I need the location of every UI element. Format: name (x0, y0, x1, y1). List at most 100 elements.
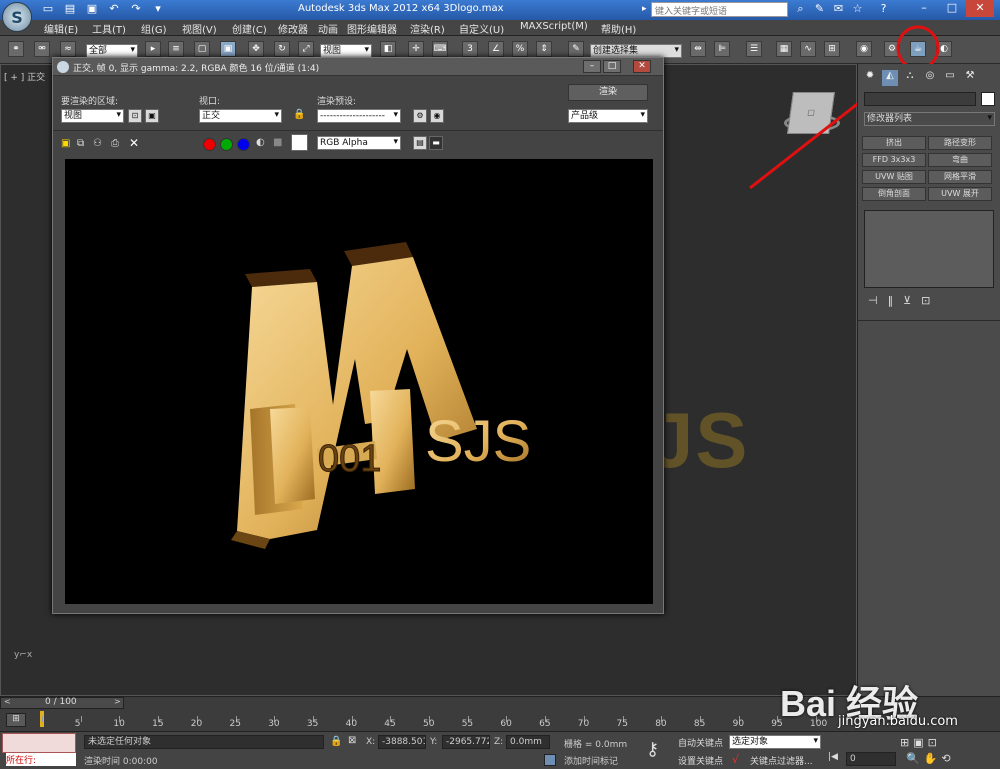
new-file-icon[interactable]: ▭ (40, 2, 56, 18)
angle-snap-icon[interactable]: ∠ (488, 41, 504, 57)
viewport-dropdown[interactable]: 正交 (199, 109, 282, 123)
menu-tools[interactable]: 工具(T) (92, 21, 126, 36)
blue-channel-icon[interactable] (237, 138, 250, 151)
display-tab-icon[interactable]: ▭ (942, 70, 958, 86)
edit-region-icon[interactable]: ⊡ (128, 109, 142, 123)
modifier-button-bevel-profile[interactable]: 倒角剖面 (862, 187, 926, 201)
toggle-overlay-icon[interactable]: ▬ (429, 136, 443, 150)
modifier-button-path-deform[interactable]: 路径变形 (928, 136, 992, 150)
select-by-name-icon[interactable]: ≡ (168, 41, 184, 57)
render-quality-dropdown[interactable]: 产品级 (568, 109, 648, 123)
rectangle-selection-icon[interactable]: ▢ (194, 41, 210, 57)
save-image-icon[interactable]: ▣ (61, 138, 70, 149)
add-time-tag[interactable]: 添加时间标记 (564, 754, 618, 767)
mirror-icon[interactable]: ⇹ (690, 41, 706, 57)
snaps-toggle-icon[interactable]: 3 (462, 41, 478, 57)
menu-edit[interactable]: 编辑(E) (44, 21, 78, 36)
dropdown-icon[interactable]: ▾ (150, 2, 166, 18)
modify-tab-icon[interactable]: ◭ (882, 70, 898, 86)
render-window-close[interactable]: ✕ (633, 60, 651, 73)
key-mode-dropdown[interactable]: 选定对象 (729, 735, 821, 749)
communication-icon[interactable]: ✉ (831, 2, 846, 15)
stack-tools-icons[interactable]: ⊣‖⊻⊡ (868, 294, 940, 307)
color-swatch[interactable] (291, 134, 308, 151)
viewport-nav-icons[interactable]: 🔍✋⟲ (906, 752, 955, 765)
lock-icon[interactable]: 🔒 (293, 109, 305, 120)
menu-maxscript[interactable]: MAXScript(M) (520, 21, 588, 32)
copy-image-icon[interactable]: ⧉ (77, 138, 84, 149)
red-channel-icon[interactable] (203, 138, 216, 151)
time-tag-icon[interactable] (544, 754, 556, 766)
render-preset-dropdown[interactable]: -------------------- (317, 109, 401, 123)
modifier-button-extrude[interactable]: 挤出 (862, 136, 926, 150)
binoculars-icon[interactable]: ⌕ (793, 2, 808, 16)
render-window-maximize[interactable]: □ (603, 60, 621, 73)
environment-icon[interactable]: ◉ (430, 109, 444, 123)
viewport-label[interactable]: [ + ] 正交 (4, 70, 45, 83)
key-icon[interactable]: ⚷ (646, 739, 659, 760)
menu-modifiers[interactable]: 修改器 (278, 21, 308, 36)
help-icon[interactable]: ? (876, 2, 891, 15)
area-to-render-dropdown[interactable]: 视图 (61, 109, 124, 123)
keyboard-shortcut-icon[interactable]: ⌨ (432, 41, 448, 57)
render-setup-small-icon[interactable]: ⚙ (413, 109, 427, 123)
bind-space-warp-icon[interactable]: ≈ (60, 41, 76, 57)
menu-graph-editors[interactable]: 图形编辑器 (347, 21, 397, 36)
menu-views[interactable]: 视图(V) (182, 21, 217, 36)
clear-icon[interactable]: ✕ (129, 136, 139, 150)
move-icon[interactable]: ✥ (248, 41, 264, 57)
print-icon[interactable]: ⎙ (111, 138, 119, 149)
utilities-tab-icon[interactable]: ⚒ (962, 70, 978, 86)
modifier-button-meshsmooth[interactable]: 网格平滑 (928, 170, 992, 184)
close-button[interactable]: ✕ (966, 0, 994, 17)
align-icon[interactable]: ⊫ (714, 41, 730, 57)
select-object-icon[interactable]: ▸ (145, 41, 161, 57)
render-window-minimize[interactable]: – (583, 60, 601, 73)
modifier-list-dropdown[interactable]: 修改器列表 (864, 112, 995, 126)
maxscript-listener[interactable] (2, 733, 76, 753)
search-input[interactable]: 键入关键字或短语 (651, 2, 788, 17)
object-name-field[interactable] (864, 92, 976, 106)
reference-coordinate-dropdown[interactable]: 视图 (320, 44, 372, 58)
goto-start-icon[interactable]: |◀ (828, 752, 838, 762)
favorites-icon[interactable]: ☆ (850, 2, 865, 15)
window-crossing-icon[interactable]: ▣ (220, 41, 236, 57)
modifier-button-ffd[interactable]: FFD 3x3x3 (862, 153, 926, 167)
object-color-swatch[interactable] (981, 92, 995, 106)
menu-help[interactable]: 帮助(H) (601, 21, 636, 36)
x-coordinate-field[interactable]: -3888.501r (378, 735, 426, 749)
track-bar-icon[interactable]: ⊞ (6, 713, 26, 727)
modifier-button-bend[interactable]: 弯曲 (928, 153, 992, 167)
selection-filter-dropdown[interactable]: 全部 (86, 44, 138, 58)
modifier-button-unwrap-uvw[interactable]: UVW 展开 (928, 187, 992, 201)
set-key-button[interactable]: 设置关键点 (678, 754, 723, 767)
current-frame-field[interactable]: 0 (846, 752, 896, 766)
slider-left-arrow[interactable]: < (4, 697, 11, 706)
y-coordinate-field[interactable]: -2965.772r (442, 735, 490, 749)
menu-animation[interactable]: 动画 (318, 21, 338, 36)
pivot-center-icon[interactable]: ◧ (380, 41, 396, 57)
modifier-stack[interactable] (864, 210, 994, 288)
menu-group[interactable]: 组(G) (141, 21, 167, 36)
toggle-ui-icon[interactable]: ▤ (413, 136, 427, 150)
named-selection-dropdown[interactable]: 创建选择集 (590, 44, 682, 58)
open-file-icon[interactable]: ▤ (62, 2, 78, 18)
unlink-icon[interactable]: ⚮ (34, 41, 50, 57)
monochrome-icon[interactable]: ■ (273, 137, 282, 148)
modifier-button-uvw-map[interactable]: UVW 贴图 (862, 170, 926, 184)
alpha-channel-icon[interactable]: ◐ (256, 137, 265, 148)
link-icon[interactable]: ⚭ (8, 41, 24, 57)
edit-named-selection-icon[interactable]: ✎ (568, 41, 584, 57)
render-button[interactable]: 渲染 (568, 84, 648, 101)
clone-window-icon[interactable]: ⚇ (93, 138, 102, 149)
select-manipulate-icon[interactable]: ✛ (408, 41, 424, 57)
menu-create[interactable]: 创建(C) (232, 21, 267, 36)
key-filters-button[interactable]: 关键点过滤器... (750, 754, 813, 767)
auto-key-button[interactable]: 自动关键点 (678, 736, 723, 749)
app-logo-icon[interactable]: S (2, 2, 32, 32)
navigation-controls-icons[interactable]: ⊞▣⊡ (900, 736, 941, 749)
menu-rendering[interactable]: 渲染(R) (410, 21, 445, 36)
key-curve-icon[interactable]: √ (732, 753, 739, 766)
redo-icon[interactable]: ↷ (128, 2, 144, 18)
spinner-snap-icon[interactable]: ⇕ (536, 41, 552, 57)
